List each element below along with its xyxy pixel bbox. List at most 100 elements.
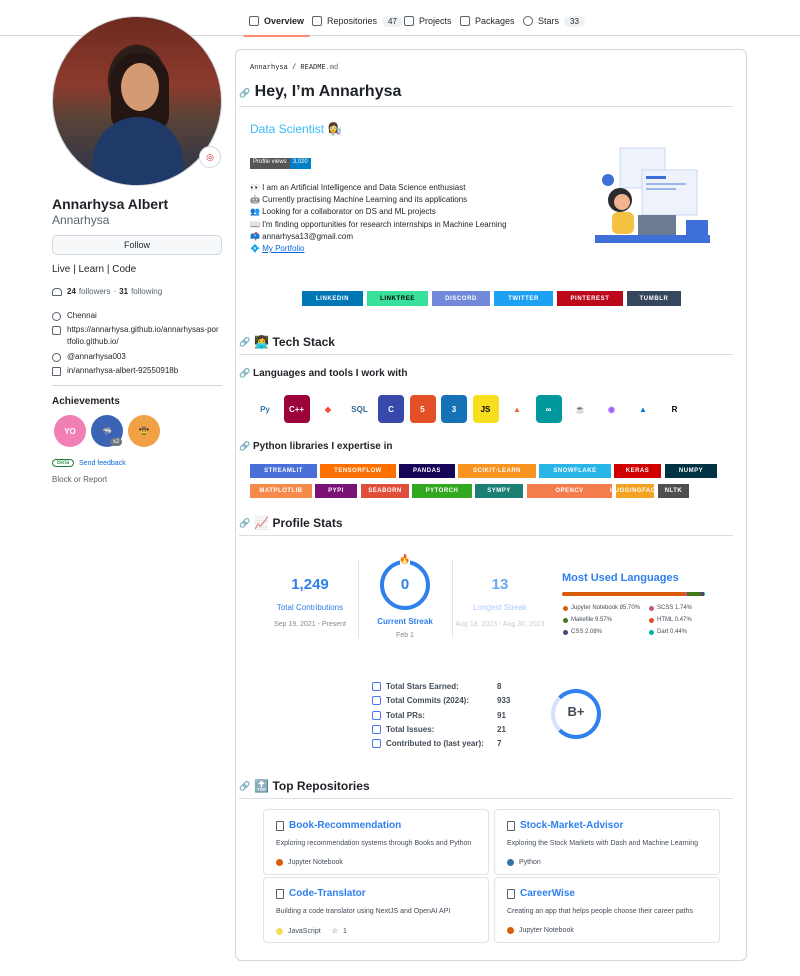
social-pinterest-badge[interactable]: PINTEREST bbox=[557, 291, 623, 306]
breadcrumb-file[interactable]: README bbox=[300, 64, 325, 72]
tab-stars[interactable]: Stars 33 bbox=[523, 10, 585, 32]
flame-icon: 🔥 bbox=[399, 553, 411, 565]
repo-title[interactable]: CareerWise bbox=[507, 888, 575, 899]
tab-overview[interactable]: Overview bbox=[242, 10, 311, 37]
follow-stats: 24 followers · 31 following bbox=[52, 287, 162, 296]
repo-card[interactable]: Book-Recommendation Exploring recommendat… bbox=[263, 809, 489, 875]
library-badge[interactable]: SNOWFLAKE bbox=[539, 464, 611, 478]
repo-title[interactable]: Code-Translator bbox=[276, 888, 366, 899]
tab-projects[interactable]: Projects bbox=[404, 10, 452, 32]
languages-heading: 🔗 Languages and tools I work with bbox=[239, 368, 407, 379]
achievements-title[interactable]: Achievements bbox=[52, 396, 120, 407]
library-badge[interactable]: SCIKIT-LEARN bbox=[458, 464, 536, 478]
language-dot bbox=[563, 605, 568, 611]
library-badge[interactable]: TENSORFLOW bbox=[320, 464, 396, 478]
repo-description: Creating an app that helps people choose… bbox=[507, 908, 694, 915]
language-label: Jupyter Notebook 85.70% bbox=[571, 605, 641, 611]
language-dot bbox=[649, 617, 654, 623]
following-label[interactable]: following bbox=[131, 287, 162, 296]
title-rule bbox=[239, 106, 733, 107]
status-emoji-icon[interactable]: ◎ bbox=[199, 146, 221, 168]
book-icon bbox=[249, 16, 259, 26]
tab-repositories[interactable]: Repositories 47 bbox=[312, 10, 403, 32]
repo-language: Jupyter Notebook bbox=[288, 859, 343, 866]
libraries-heading-text: Python libraries I expertise in bbox=[253, 441, 393, 452]
followers-label[interactable]: followers bbox=[79, 287, 111, 296]
top-repositories-heading: 🔗 🔝 Top Repositories bbox=[239, 779, 370, 793]
vcard-location: Chennai bbox=[52, 310, 97, 322]
library-badge[interactable]: PYTORCH bbox=[412, 484, 472, 498]
repo-name[interactable]: Stock-Market-Advisor bbox=[520, 820, 623, 831]
avatar-shirt bbox=[93, 117, 183, 185]
social-linktree-badge[interactable]: LINKTREE bbox=[367, 291, 428, 306]
about-list: 👀 I am an Artificial Intelligence and Da… bbox=[250, 182, 507, 255]
library-badge[interactable]: PYPI bbox=[315, 484, 357, 498]
anchor-link-icon[interactable]: 🔗 bbox=[239, 518, 250, 529]
about-line: 📫 annarhysa13@gmail.com bbox=[250, 231, 354, 241]
language-legend-item: Makefile 9.57% bbox=[563, 617, 612, 623]
anchor-link-icon[interactable]: 🔗 bbox=[239, 441, 250, 451]
library-badge[interactable]: HUGGINGFACE bbox=[610, 484, 660, 498]
achievement-yolo-badge[interactable]: YO bbox=[54, 415, 86, 447]
repo-card[interactable]: Stock-Market-Advisor Exploring the Stock … bbox=[494, 809, 720, 875]
anchor-link-icon[interactable]: 🔗 bbox=[239, 88, 250, 98]
stat-icon bbox=[372, 696, 381, 706]
library-badge[interactable]: STREAMLIT bbox=[250, 464, 317, 478]
repo-language: Python bbox=[519, 859, 541, 866]
twitter-link[interactable]: @annarhysa003 bbox=[67, 351, 126, 363]
tab-label: Stars bbox=[538, 16, 560, 26]
repo-card[interactable]: Code-Translator Building a code translato… bbox=[263, 877, 489, 943]
repo-name[interactable]: Book-Recommendation bbox=[289, 820, 401, 831]
total-contributions-range: Sep 19, 2021 - Present bbox=[274, 621, 346, 628]
readme-breadcrumb: Annarhysa / README.md bbox=[250, 64, 338, 72]
followers-count[interactable]: 24 bbox=[67, 287, 76, 296]
anchor-link-icon[interactable]: 🔗 bbox=[239, 781, 250, 792]
anchor-link-icon[interactable]: 🔗 bbox=[239, 337, 250, 348]
views-count: 3,020 bbox=[289, 158, 311, 169]
achievement-quickdraw-badge[interactable]: 🤠 bbox=[128, 415, 160, 447]
library-badge[interactable]: PANDAS bbox=[399, 464, 455, 478]
arduino-icon: ∞ bbox=[535, 395, 562, 423]
repo-description: Exploring recommendation systems through… bbox=[276, 840, 472, 847]
send-feedback-link[interactable]: Send feedback bbox=[79, 460, 126, 467]
social-discord-badge[interactable]: DISCORD bbox=[432, 291, 490, 306]
repo-name[interactable]: CareerWise bbox=[520, 888, 575, 899]
social-tumblr-badge[interactable]: TUMBLR bbox=[627, 291, 681, 306]
tab-packages[interactable]: Packages bbox=[460, 10, 515, 32]
library-badge[interactable]: MATPLOTLIB bbox=[250, 484, 312, 498]
language-dot bbox=[276, 859, 283, 866]
social-twitter-badge[interactable]: TWITTER bbox=[494, 291, 553, 306]
website-link[interactable]: https://annarhysa.github.io/annarhysas-p… bbox=[67, 324, 219, 348]
library-badge[interactable]: SYMPY bbox=[475, 484, 523, 498]
readme-title-text: Hey, I’m Annarhysa bbox=[254, 83, 402, 100]
linkedin-link[interactable]: in/annarhysa-albert-92550918b bbox=[67, 365, 178, 377]
library-badge[interactable]: KERAS bbox=[614, 464, 661, 478]
repo-card[interactable]: CareerWise Creating an app that helps peo… bbox=[494, 877, 720, 943]
social-linkedin-badge[interactable]: LINKEDIN bbox=[302, 291, 363, 306]
library-badge[interactable]: NLTK bbox=[658, 484, 689, 498]
language-dot bbox=[563, 629, 568, 635]
library-badge[interactable]: OPENCV bbox=[527, 484, 612, 498]
star-icon bbox=[523, 16, 533, 26]
repo-name[interactable]: Code-Translator bbox=[289, 888, 366, 899]
following-count[interactable]: 31 bbox=[119, 287, 128, 296]
breadcrumb-user[interactable]: Annarhysa bbox=[250, 64, 288, 72]
stat-value: 21 bbox=[497, 724, 506, 734]
block-report-link[interactable]: Block or Report bbox=[52, 475, 107, 484]
about-line: 🤖 Currently practising Machine Learning … bbox=[250, 195, 468, 205]
follow-button[interactable]: Follow bbox=[52, 235, 222, 255]
stat-label: Total Issues: bbox=[386, 724, 435, 734]
heading-rule bbox=[239, 535, 733, 536]
current-streak-value: 0 bbox=[400, 576, 410, 593]
tab-label: Repositories bbox=[327, 16, 378, 26]
sql-icon: SQL bbox=[346, 395, 373, 423]
library-badge[interactable]: NUMPY bbox=[665, 464, 717, 478]
language-dot bbox=[649, 605, 654, 611]
portfolio-link[interactable]: My Portfolio bbox=[262, 244, 304, 253]
repo-title[interactable]: Book-Recommendation bbox=[276, 820, 401, 831]
anchor-link-icon[interactable]: 🔗 bbox=[239, 368, 250, 378]
languages-bar bbox=[562, 592, 705, 596]
avatar[interactable] bbox=[52, 16, 222, 186]
repo-title[interactable]: Stock-Market-Advisor bbox=[507, 820, 623, 831]
library-badge[interactable]: SEABORN bbox=[361, 484, 409, 498]
